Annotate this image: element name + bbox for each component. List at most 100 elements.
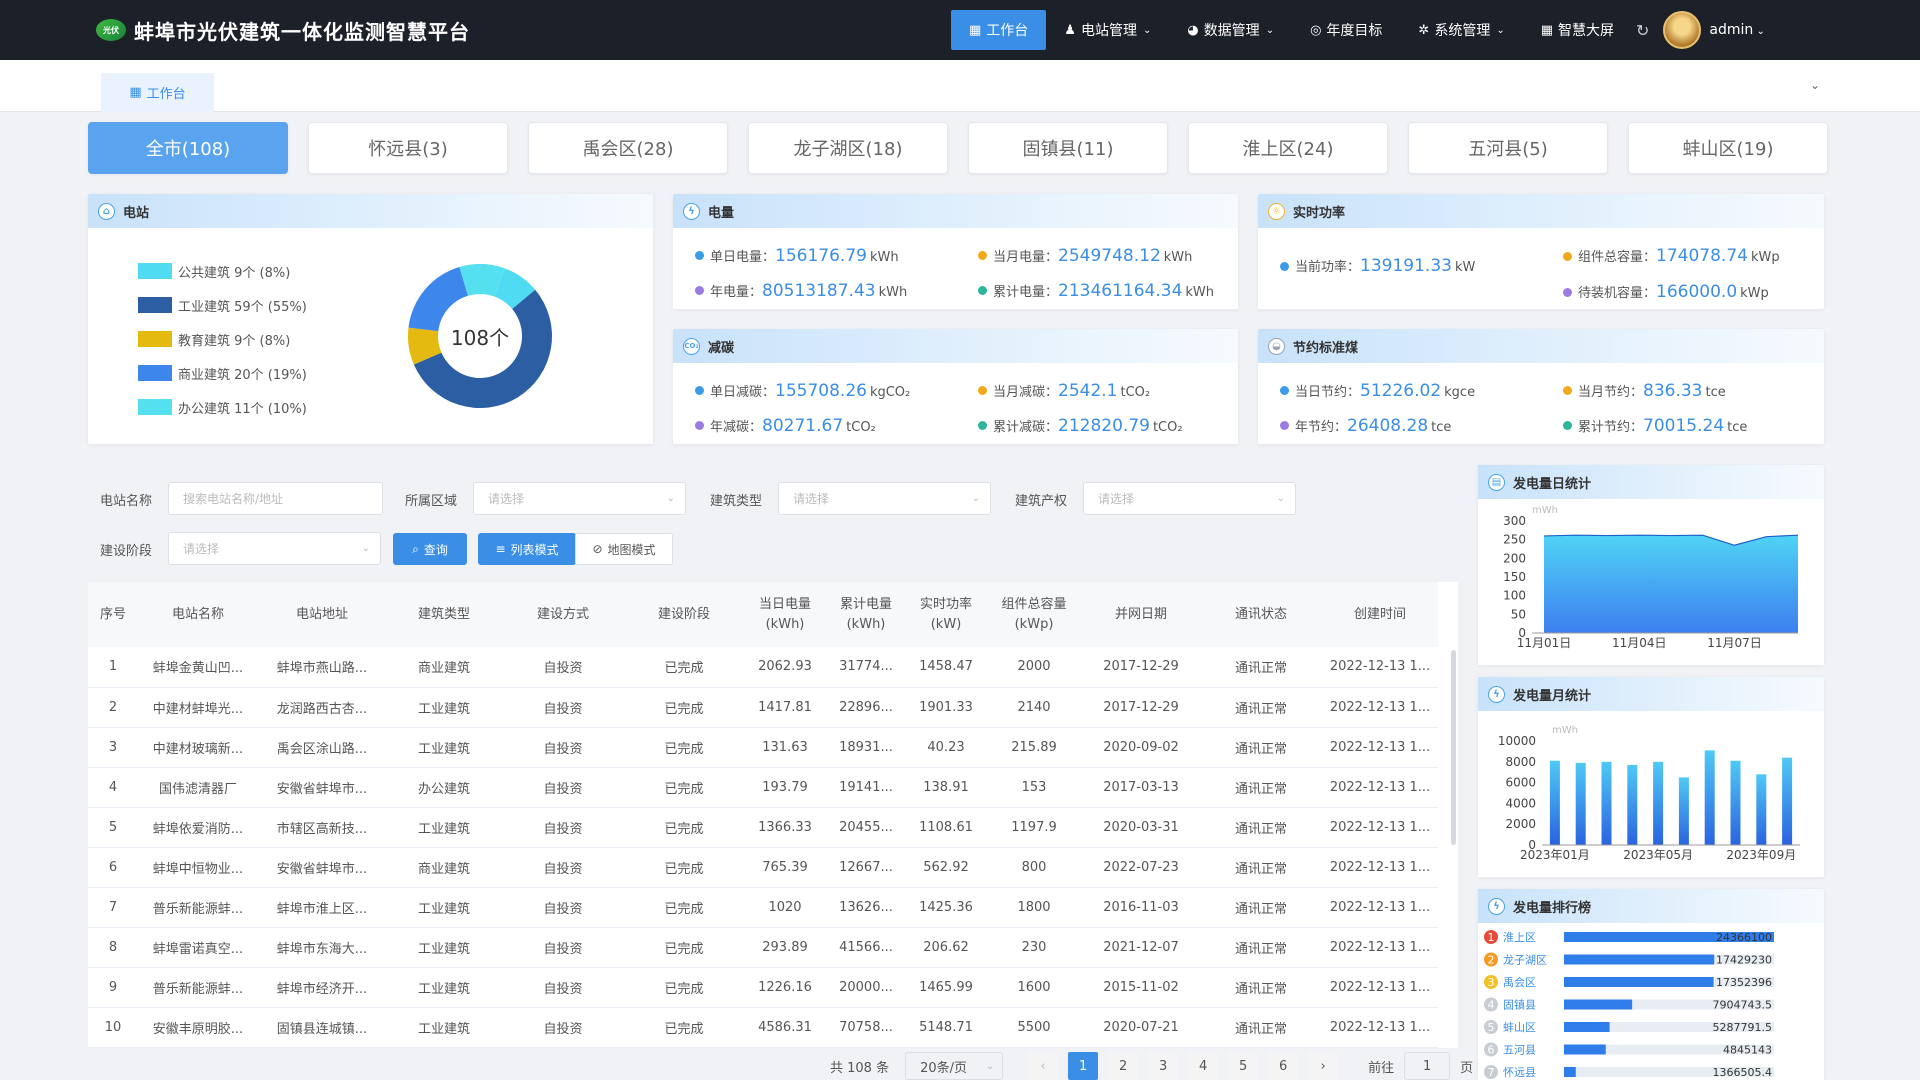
table-cell: 1600 [986, 967, 1082, 1008]
page-size-value: 20条/页 [920, 1060, 968, 1076]
nav-icon: ▦ [1540, 22, 1554, 38]
area-select[interactable]: 请选择 ⌄ [473, 482, 686, 515]
table-cell: 20000... [826, 967, 906, 1008]
table-row[interactable]: 3 中建材玻璃新... 禹会区涂山路... 工业建筑 自投资 已完成 131.63 18931… [88, 727, 1438, 768]
table-cell: 12667... [826, 847, 906, 888]
table-cell: 已完成 [624, 807, 744, 848]
nav-item-0[interactable]: ▦ 工作台 [951, 10, 1047, 50]
table-row[interactable]: 9 普乐新能源蚌... 蚌埠市经济开... 工业建筑 自投资 已完成 1226.16 2000… [88, 967, 1438, 1008]
column-header-text: 序号 [99, 606, 126, 622]
region-button-3[interactable]: 龙子湖区(18) [748, 122, 948, 174]
query-button[interactable]: ⌕ 查询 [393, 533, 467, 565]
table-row[interactable]: 2 中建材蚌埠光... 龙润路西古杏... 工业建筑 自投资 已完成 1417.81 2289… [88, 687, 1438, 728]
table-header-row: 序号 电站名称 电站地址 建筑类型 建设方式 建设阶段 当日电量 (kWh) 累计电量 (kWh)… [88, 582, 1438, 647]
column-header-text: 组件总容量 [1001, 596, 1067, 612]
station-name-input[interactable]: 搜索电站名称/地址 [168, 482, 383, 515]
nav-item-1[interactable]: ♟ 电站管理 ⌄ [1046, 10, 1169, 50]
app-logo: 光伏 蚌埠市光伏建筑一体化监测智慧平台 [96, 16, 470, 45]
page-button-2[interactable]: 2 [1108, 1052, 1139, 1080]
region-button-5[interactable]: 淮上区(24) [1188, 122, 1388, 174]
x-tick-label: 2023年01月 [1520, 848, 1590, 862]
table-cell: 通讯正常 [1200, 767, 1322, 808]
x-tick-label: 2023年05月 [1623, 848, 1693, 862]
carbon-card-title: 减碳 [708, 340, 735, 356]
user-name: admin [1709, 22, 1754, 38]
refresh-icon[interactable]: ↻ [1636, 21, 1649, 40]
rank-region-label: 龙子湖区 [1503, 954, 1547, 967]
nav-item-3[interactable]: ◎ 年度目标 [1292, 10, 1400, 50]
region-button-6[interactable]: 五河县(5) [1408, 122, 1608, 174]
legend-item: 办公建筑 11个 (10%) [138, 390, 307, 424]
tab-workbench[interactable]: ▦ 工作台 [101, 73, 214, 112]
table-cell: 1020 [744, 887, 826, 928]
legend-swatch [138, 297, 172, 313]
table-scrollbar[interactable] [1451, 650, 1456, 845]
region-button-7[interactable]: 蚌山区(19) [1628, 122, 1828, 174]
table-row[interactable]: 6 蚌埠中恒物业... 安徽省蚌埠市... 商业建筑 自投资 已完成 765.39 12667… [88, 847, 1438, 888]
month-bar-8 [1756, 774, 1767, 845]
region-button-4[interactable]: 固镇县(11) [968, 122, 1168, 174]
stat-dot [695, 251, 704, 260]
stat-label: 累计节约： [1578, 419, 1644, 435]
nav-label: 智慧大屏 [1558, 23, 1615, 39]
table-cell: 193.79 [744, 767, 826, 808]
goto-page-input[interactable]: 1 [1404, 1052, 1451, 1080]
table-cell: 蚌埠市燕山路... [258, 647, 386, 688]
table-row[interactable]: 10 安徽丰原明胶... 固镇县连城镇... 工业建筑 自投资 已完成 4586.31 707… [88, 1007, 1438, 1048]
table-row[interactable]: 5 蚌埠依爱消防... 市辖区高新技... 工业建筑 自投资 已完成 1366.33 2045… [88, 807, 1438, 848]
table-cell: 普乐新能源蚌... [138, 887, 258, 928]
page-button-4[interactable]: 4 [1188, 1052, 1219, 1080]
avatar[interactable] [1663, 11, 1702, 49]
page-size-select[interactable]: 20条/页 ⌄ [905, 1052, 1004, 1080]
table-cell: 固镇县连城镇... [258, 1007, 386, 1048]
stat-dot [695, 386, 704, 395]
table-cell: 1366.33 [744, 807, 826, 848]
stat-label: 组件总容量： [1578, 250, 1657, 265]
table-cell: 2015-11-02 [1082, 967, 1200, 1008]
grid-icon: ▦ [129, 85, 142, 100]
region-button-0[interactable]: 全市(108) [88, 122, 288, 174]
rank-region-label: 怀远县 [1503, 1066, 1536, 1079]
region-button-2[interactable]: 禹会区(28) [528, 122, 728, 174]
nav-item-4[interactable]: ✲ 系统管理 ⌄ [1400, 10, 1522, 50]
building-type-select[interactable]: 请选择 ⌄ [778, 482, 991, 515]
table-cell: 工业建筑 [386, 1007, 502, 1048]
stat-dot [1563, 386, 1572, 395]
power-card-header: ☼ 实时功率 [1258, 194, 1824, 228]
nav-item-5[interactable]: ▦ 智慧大屏 [1523, 10, 1632, 50]
table-row[interactable]: 7 普乐新能源蚌... 蚌埠市淮上区... 工业建筑 自投资 已完成 1020 13626..… [88, 887, 1438, 928]
table-row[interactable]: 4 国伟滤清器厂 安徽省蚌埠市... 办公建筑 自投资 已完成 193.79 19141...… [88, 767, 1438, 808]
region-button-1[interactable]: 怀远县(3) [308, 122, 508, 174]
page-button-1[interactable]: 1 [1068, 1052, 1099, 1080]
prev-page-button[interactable]: ‹ [1028, 1052, 1059, 1080]
rank-number: 4 [1488, 999, 1495, 1012]
table-row[interactable]: 8 蚌埠雷诺真空... 蚌埠市东海大... 工业建筑 自投资 已完成 293.89 41566… [88, 927, 1438, 968]
rank-bar-2 [1564, 977, 1714, 987]
column-header-text: 电站地址 [295, 606, 348, 622]
page-button-6[interactable]: 6 [1268, 1052, 1299, 1080]
generation-ranking-card: ϟ 发电量排行榜 1 淮上区 24366100 2 龙子湖区 17429230 3 禹会区 17… [1478, 889, 1824, 1080]
list-mode-button[interactable]: ≡ 列表模式 [478, 533, 576, 565]
stat-value: 155708.26 [775, 380, 867, 401]
table-row[interactable]: 1 蚌埠金黄山凹... 蚌埠市燕山路... 商业建筑 自投资 已完成 2062.93 3177… [88, 647, 1438, 688]
nav-icon: ◎ [1310, 22, 1322, 38]
page-button-3[interactable]: 3 [1148, 1052, 1179, 1080]
next-page-button[interactable]: › [1308, 1052, 1339, 1080]
stat-value: 212820.79 [1058, 415, 1150, 436]
table-cell: 13626... [826, 887, 906, 928]
table-cell: 2017-03-13 [1082, 767, 1200, 808]
lightning-icon: ϟ [683, 202, 700, 220]
table-cell: 765.39 [744, 847, 826, 888]
page-button-5[interactable]: 5 [1228, 1052, 1259, 1080]
chevron-down-icon[interactable]: ⌄ [1810, 78, 1820, 92]
nav-item-2[interactable]: ◕ 数据管理 ⌄ [1169, 10, 1292, 50]
stat-item: 累计电量： 213461164.34 kWh [978, 281, 1214, 301]
station-filter-form: 电站名称 搜索电站名称/地址 所属区域 请选择 ⌄ 建筑类型 请选择 ⌄ 建筑产… [88, 464, 1458, 572]
user-menu[interactable]: admin ⌄ [1709, 22, 1764, 38]
table-cell: 通讯正常 [1200, 727, 1322, 768]
property-select[interactable]: 请选择 ⌄ [1083, 482, 1296, 515]
y-tick-label: 300 [1503, 514, 1526, 528]
table-cell: 1425.36 [906, 887, 986, 928]
stage-select[interactable]: 请选择 ⌄ [168, 532, 381, 565]
map-mode-button[interactable]: ⊘ 地图模式 [575, 533, 673, 565]
